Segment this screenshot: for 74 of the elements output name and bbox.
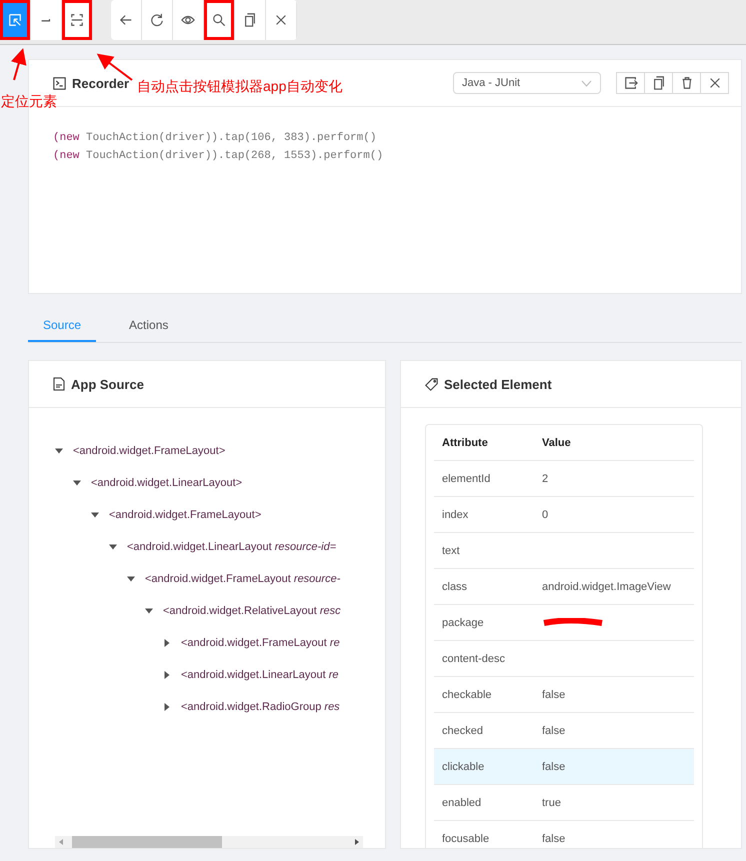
- toolbar-button[interactable]: [204, 0, 235, 40]
- export-icon: [624, 76, 638, 90]
- close-button[interactable]: [700, 72, 729, 94]
- expanded-caret-icon[interactable]: [127, 575, 135, 583]
- collapsed-caret-icon[interactable]: [163, 703, 171, 711]
- column-header: Attribute: [441, 436, 489, 448]
- column-header: Value: [541, 436, 572, 448]
- collapsed-caret-icon[interactable]: [163, 671, 171, 679]
- code-line: (new TouchAction(driver)).tap(106, 383).perform(): [53, 131, 378, 146]
- chevron-down-icon: [581, 80, 592, 86]
- tree-node-label[interactable]: <android.widget.FrameLayout re: [181, 637, 340, 649]
- tree-node-label[interactable]: <android.widget.RelativeLayout resc: [163, 605, 341, 617]
- horizontal-scrollbar[interactable]: [55, 836, 363, 848]
- search-icon: [212, 13, 226, 27]
- expanded-caret-icon[interactable]: [55, 447, 63, 455]
- scan-icon: [70, 13, 84, 27]
- refresh-icon: [150, 13, 164, 27]
- close-icon: [708, 76, 722, 90]
- attribute-value: false: [541, 688, 566, 700]
- attribute-name: focusable: [441, 832, 490, 844]
- tree-node-label[interactable]: <android.widget.FrameLayout>: [73, 445, 226, 457]
- collapsed-caret-icon[interactable]: [163, 639, 171, 647]
- attribute-name: text: [441, 544, 461, 556]
- tab[interactable]: Actions: [114, 310, 184, 342]
- trash-button[interactable]: [672, 72, 701, 94]
- attribute-value: false: [541, 760, 566, 772]
- attribute-value: 0: [541, 508, 550, 520]
- annotation-text: 定位元素: [1, 93, 57, 111]
- attribute-name: class: [441, 580, 468, 592]
- attribute-value: android.widget.ImageView: [541, 580, 672, 592]
- attribute-name: enabled: [441, 796, 482, 808]
- code-line: (new TouchAction(driver)).tap(268, 1553).perform(): [53, 149, 384, 164]
- copy-button[interactable]: [644, 72, 673, 94]
- annotation-text: 自动点击按钮模拟器app自动变化: [137, 78, 342, 96]
- attribute-name: content-desc: [441, 652, 506, 664]
- terminal-icon: [53, 76, 66, 90]
- tree-node-label[interactable]: <android.widget.LinearLayout resource-id=: [127, 541, 336, 553]
- copy-icon: [652, 76, 666, 90]
- attribute-name: checkable: [441, 688, 493, 700]
- annotation-arrow: [11, 48, 26, 80]
- toolbar-button[interactable]: [62, 0, 93, 40]
- attribute-value: true: [541, 796, 562, 808]
- attribute-name: checked: [441, 724, 484, 736]
- attribute-value: false: [541, 724, 566, 736]
- expanded-caret-icon[interactable]: [73, 479, 81, 487]
- attribute-name: package: [441, 616, 485, 628]
- app-source-title: App Source: [71, 376, 144, 392]
- tree-node-label[interactable]: <android.widget.LinearLayout re: [181, 669, 338, 681]
- attribute-name: elementId: [441, 472, 492, 484]
- tree-node-label[interactable]: <android.widget.FrameLayout>: [109, 509, 262, 521]
- language-select[interactable]: Java - JUnit: [453, 72, 601, 94]
- tree-node-label[interactable]: <android.widget.LinearLayout>: [91, 477, 242, 489]
- back-arrow-icon: [119, 13, 133, 27]
- tree-node-label[interactable]: <android.widget.FrameLayout resource-: [145, 573, 340, 585]
- select-element-icon: [8, 13, 22, 27]
- close-icon: [274, 13, 288, 27]
- tree-node-label[interactable]: <android.widget.RadioGroup res: [181, 701, 340, 713]
- attribute-name: clickable: [441, 760, 486, 772]
- expanded-caret-icon[interactable]: [91, 511, 99, 519]
- copy-icon: [243, 13, 257, 27]
- trash-icon: [680, 76, 694, 90]
- document-icon: [53, 377, 65, 391]
- recorder-title: Recorder: [72, 76, 130, 90]
- eye-icon: [181, 13, 195, 27]
- export-button[interactable]: [616, 72, 645, 94]
- expanded-caret-icon[interactable]: [109, 543, 117, 551]
- attribute-value: 2: [541, 472, 550, 484]
- toolbar-button[interactable]: [0, 0, 31, 40]
- attribute-name: index: [441, 508, 470, 520]
- selected-element-title: Selected Element: [444, 376, 552, 392]
- attribute-value: false: [541, 832, 566, 844]
- tag-icon: [425, 378, 438, 390]
- expanded-caret-icon[interactable]: [145, 607, 153, 615]
- attribute-row[interactable]: clickable false: [434, 749, 694, 785]
